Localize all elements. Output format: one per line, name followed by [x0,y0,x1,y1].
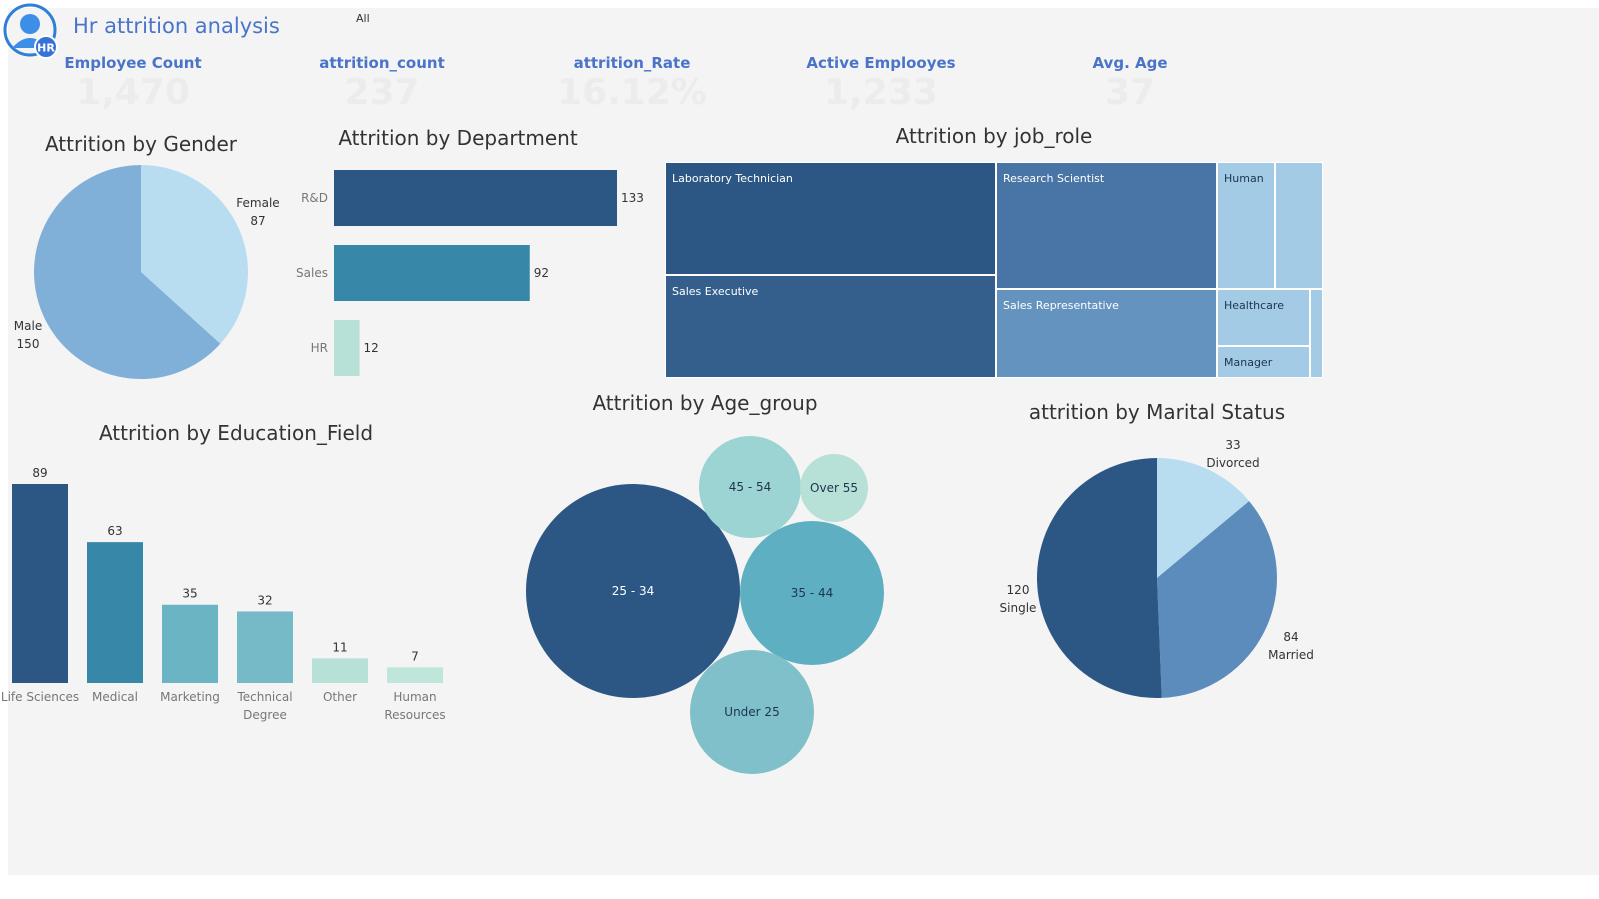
bar-label-sales: Sales [296,266,328,280]
bar-value-other: 11 [332,640,347,654]
filter-value[interactable]: All [356,12,370,25]
bar-life-sciences [12,484,68,683]
kpi-attrition-rate-value: 16.12% [557,72,707,113]
pie-label-divorced: Divorced [1206,456,1259,470]
education-bar-chart: 89 Life Sciences 63 Medical 35 Marketing 32 Tec… [1,466,446,722]
bar-marketing [162,604,218,683]
bar-label-life-sciences-line-1: Life Sciences [1,690,79,704]
bar-label-other-line-1: Other [323,690,357,704]
bar-value-sales: 92 [534,266,549,280]
pie-value-female: 87 [250,214,265,228]
pie-value-divorced: 33 [1225,438,1240,452]
pie-label-single: Single [1000,601,1037,615]
bar-label-technical-degree-line-1: Technical [236,690,292,704]
kpi-attrition-rate-label: attrition_Rate [573,54,691,72]
age-group-bubble-chart: 25 - 34 35 - 44 Under 25 45 - 54 Over 55 [526,436,884,774]
hr-logo: HR [2,2,60,60]
department-bar-chart: R&D 133 Sales 92 HR 12 [296,170,644,376]
hr-person-icon: HR [3,3,58,59]
bar-technical-degree [237,611,293,683]
bar-medical [87,542,143,683]
treemap-cell-sales-representative: Sales Representative [996,289,1217,378]
job-role-treemap: Laboratory Technician Sales Executive Rese… [665,162,1323,378]
bar-value-r-d: 133 [621,191,644,205]
bubble-label-over-55: Over 55 [810,481,858,495]
marital-pie-chart: 33 Divorced 84 Married 120 Single [1000,438,1314,698]
treemap-cell-research-scientist: Research Scientist [996,162,1217,289]
bar-label-hr: HR [311,341,328,355]
bar-human-resources [387,667,443,683]
bar-value-human-resources: 7 [411,649,419,663]
bar-value-medical: 63 [107,524,122,538]
bar-label-human-resources-line-2: Resources [384,708,445,722]
treemap-cell-laboratory-technician: Laboratory Technician [665,162,996,275]
bar-label-human-resources-line-1: Human [393,690,436,704]
education-chart-title: Attrition by Education_Field [98,421,374,445]
bar-value-technical-degree: 32 [257,593,272,607]
gender-pie-chart: Female 87 Male 150 [14,165,280,379]
bar-value-marketing: 35 [182,587,197,601]
bar-label-r-d: R&D [301,191,328,205]
treemap-cell-manager: Manager [1217,346,1310,378]
bar-sales [334,245,530,301]
treemap-cell-healthcare: Healthcare [1217,289,1310,346]
pie-label-female: Female [236,196,279,210]
treemap-cell-unlabeled-2 [1310,289,1323,378]
bar-other [312,658,368,683]
bar-r-d [334,170,617,226]
bar-label-medical-line-1: Medical [92,690,138,704]
pie-label-male: Male [14,319,42,333]
pie-slice-single [1037,458,1162,698]
pie-value-married: 84 [1283,630,1298,644]
pie-value-single: 120 [1007,583,1030,597]
kpi-avg-age-value: 37 [1104,72,1156,113]
department-chart-title: Attrition by Department [338,126,578,150]
treemap-cell-sales-executive: Sales Executive [665,275,996,378]
marital-chart-title: attrition by Marital Status [1028,400,1286,424]
kpi-avg-age-label: Avg. Age [1092,54,1168,72]
bar-label-marketing-line-1: Marketing [160,690,220,704]
pie-value-male: 150 [17,337,40,351]
kpi-attrition-count-label: attrition_count [319,54,445,72]
bar-value-life-sciences: 89 [32,466,47,480]
kpi-employee-count-value: 1,470 [76,72,190,113]
job-role-chart-title: Attrition by job_role [895,124,1093,148]
bubble-label-under-25: Under 25 [724,705,779,719]
logo-badge-text: HR [37,42,55,55]
treemap-cell-human: Human [1217,162,1275,289]
kpi-employee-count-label: Employee Count [64,54,202,72]
bar-value-hr: 12 [364,341,379,355]
bar-label-technical-degree-line-2: Degree [243,708,287,722]
bar-hr [334,320,360,376]
treemap-cell-unlabeled-1 [1275,162,1323,289]
bubble-label-45-54: 45 - 54 [729,480,772,494]
bubble-label-25-34: 25 - 34 [612,584,655,598]
kpi-active-employees-label: Active Emplooyes [806,54,956,72]
age-group-chart-title: Attrition by Age_group [592,391,818,415]
kpi-attrition-count-value: 237 [344,72,420,113]
page-title: Hr attrition analysis [73,14,280,38]
kpi-active-employees-value: 1,233 [824,72,938,113]
bubble-label-35-44: 35 - 44 [791,586,834,600]
pie-label-married: Married [1268,648,1314,662]
